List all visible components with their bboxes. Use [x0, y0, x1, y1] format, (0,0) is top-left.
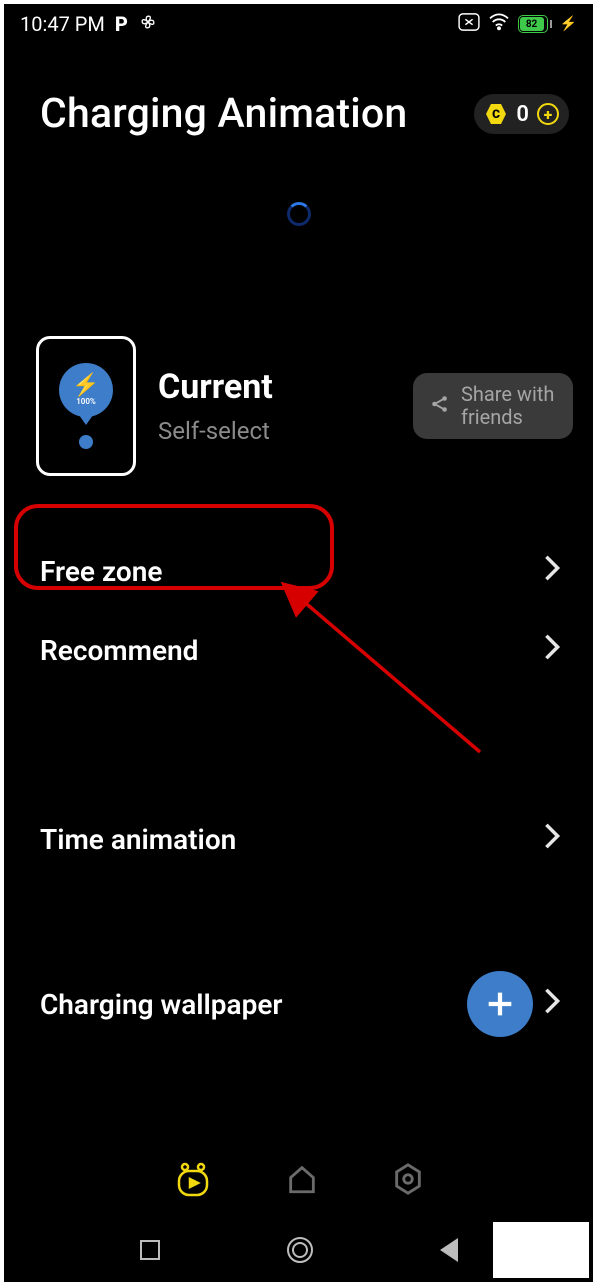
- menu-label: Time animation: [40, 823, 236, 856]
- coin-balance-button[interactable]: C 0 +: [474, 94, 569, 134]
- charging-icon: ⚡: [560, 16, 577, 32]
- nav-recents[interactable]: [140, 1240, 160, 1260]
- current-animation-row: ⚡ 100% Current Self-select Share with fr…: [6, 226, 591, 476]
- bolt-icon: ⚡: [72, 375, 99, 397]
- battery-percent: 82: [520, 17, 544, 31]
- add-coins-icon[interactable]: +: [537, 103, 559, 125]
- loading-spinner: [287, 202, 311, 226]
- preview-bubble: ⚡ 100%: [59, 363, 113, 417]
- wifi-icon: [488, 12, 510, 36]
- p-icon: P: [115, 12, 128, 36]
- preview-percent: 100%: [76, 397, 96, 406]
- coin-count: 0: [516, 102, 529, 127]
- fan-icon: [138, 12, 158, 37]
- status-left: 10:47 PM P: [20, 12, 158, 37]
- share-label: Share with friends: [461, 383, 557, 429]
- share-button[interactable]: Share with friends: [413, 373, 573, 439]
- tab-animations[interactable]: [173, 1159, 213, 1203]
- chevron-right-icon: [543, 554, 561, 589]
- tab-settings[interactable]: [391, 1162, 425, 1200]
- bottom-tab-bar: [6, 1142, 591, 1220]
- chevron-right-icon: [543, 633, 561, 668]
- screenshot-icon: [458, 12, 480, 36]
- menu-item-charging-wallpaper[interactable]: Charging wallpaper: [34, 949, 567, 1059]
- page-title: Charging Animation: [40, 90, 407, 138]
- animation-preview[interactable]: ⚡ 100%: [36, 336, 136, 476]
- coin-icon: C: [484, 102, 508, 126]
- chevron-right-icon: [543, 987, 561, 1022]
- current-title: Current: [158, 367, 391, 407]
- menu-label: Charging wallpaper: [40, 988, 282, 1021]
- menu-list: Free zone Recommend Time animation Charg…: [6, 476, 591, 1059]
- menu-label: Recommend: [40, 634, 198, 667]
- status-time: 10:47 PM: [20, 12, 105, 36]
- share-icon: [429, 393, 451, 420]
- app-header: Charging Animation C 0 +: [6, 42, 591, 138]
- nav-back[interactable]: [440, 1238, 458, 1262]
- nav-home[interactable]: [287, 1237, 313, 1263]
- add-wallpaper-button[interactable]: [467, 971, 533, 1037]
- status-bar: 10:47 PM P: [6, 6, 591, 42]
- current-subtitle: Self-select: [158, 417, 391, 445]
- svg-text:C: C: [492, 107, 500, 121]
- menu-item-time-animation[interactable]: Time animation: [34, 800, 567, 879]
- menu-item-free-zone[interactable]: Free zone: [34, 532, 567, 611]
- status-right: 82 ⚡: [458, 12, 577, 36]
- current-text: Current Self-select: [158, 367, 391, 445]
- white-patch: [493, 1222, 589, 1278]
- preview-dot: [79, 435, 93, 449]
- menu-item-recommend[interactable]: Recommend: [34, 611, 567, 690]
- menu-label: Free zone: [40, 555, 162, 588]
- device-frame: 10:47 PM P: [4, 4, 593, 1282]
- chevron-right-icon: [543, 822, 561, 857]
- battery-icon: 82: [518, 15, 552, 33]
- tab-home[interactable]: [285, 1162, 319, 1200]
